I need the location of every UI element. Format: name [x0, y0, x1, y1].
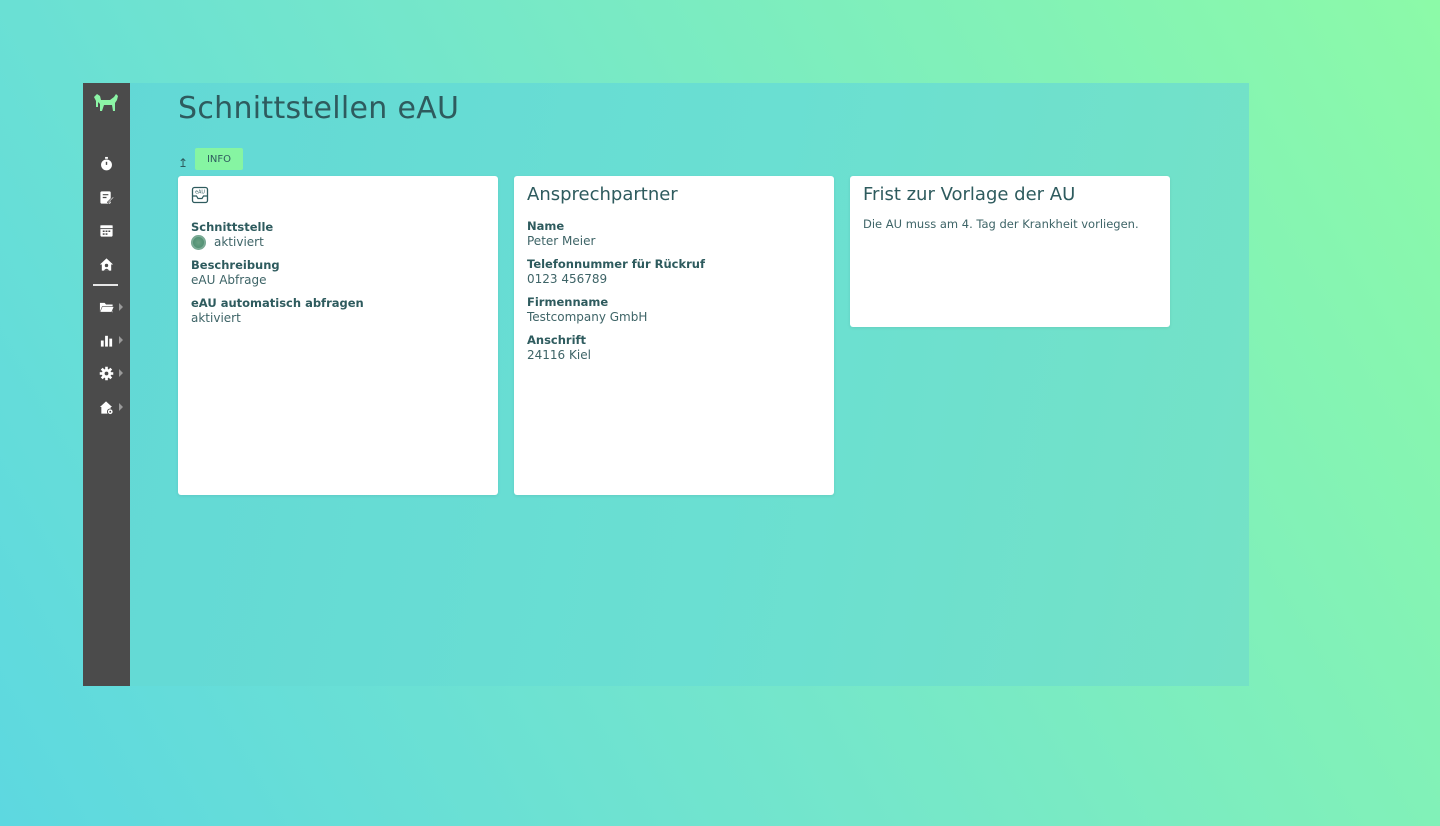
sidebar-item-documents[interactable] [83, 294, 130, 320]
interface-card: eAU Schnittstelle aktiviert Beschreibung… [178, 176, 498, 495]
field-value: eAU Abfrage [191, 273, 267, 287]
contact-card-title: Ansprechpartner [527, 184, 678, 205]
status-active-icon [191, 235, 206, 250]
calendar-icon [100, 224, 113, 237]
chevron-right-icon [119, 403, 123, 411]
field-label: Telefonnummer für Rückruf [527, 257, 705, 271]
field-value: 0123 456789 [527, 272, 608, 286]
home-person-icon [99, 257, 114, 271]
sidebar-item-time-tracking[interactable] [83, 150, 130, 176]
field-label: Schnittstelle [191, 220, 274, 234]
page-title: Schnittstellen eAU [178, 91, 460, 126]
field-auto-query: eAU automatisch abfragen aktiviert [191, 296, 485, 326]
back-arrow-icon[interactable]: ↥ [178, 156, 188, 170]
field-description: Beschreibung eAU Abfrage [191, 258, 485, 288]
chevron-right-icon [119, 336, 123, 344]
sidebar-active-indicator [93, 284, 118, 286]
field-address: Anschrift 24116 Kiel [527, 333, 821, 363]
home-settings-icon [99, 400, 114, 415]
dog-logo-icon[interactable] [92, 91, 120, 113]
deadline-card: Frist zur Vorlage der AU Die AU muss am … [850, 176, 1170, 327]
field-label: Name [527, 219, 565, 233]
field-label: Firmenname [527, 295, 609, 309]
contact-card: Ansprechpartner Name Peter Meier Telefon… [514, 176, 834, 495]
tab-info[interactable]: INFO [195, 148, 243, 170]
sidebar-item-company-settings[interactable] [83, 394, 130, 420]
eau-icon-text: eAU [195, 190, 205, 196]
field-label: Anschrift [527, 333, 587, 347]
chevron-right-icon [119, 303, 123, 311]
eau-inbox-icon: eAU [191, 186, 209, 204]
sidebar-item-reports[interactable] [83, 327, 130, 353]
field-name: Name Peter Meier [527, 219, 821, 249]
sidebar-item-settings[interactable] [83, 360, 130, 386]
sidebar [83, 83, 130, 686]
field-value: aktiviert [191, 311, 241, 325]
app-window: Schnittstellen eAU ↥ INFO eAU Schnittste… [83, 83, 1249, 686]
field-label: Beschreibung [191, 258, 280, 272]
deadline-card-title: Frist zur Vorlage der AU [863, 184, 1076, 205]
edit-note-icon [100, 190, 114, 204]
deadline-text: Die AU muss am 4. Tag der Krankheit vorl… [863, 217, 1139, 231]
sidebar-item-calendar[interactable] [83, 217, 130, 243]
sidebar-item-requests[interactable] [83, 184, 130, 210]
field-phone: Telefonnummer für Rückruf 0123 456789 [527, 257, 821, 287]
bar-chart-icon [100, 335, 113, 347]
gear-icon [99, 366, 114, 380]
stopwatch-icon [101, 156, 112, 170]
status-row: aktiviert [191, 235, 485, 250]
field-label: eAU automatisch abfragen [191, 296, 364, 310]
field-interface-status: Schnittstelle aktiviert [191, 220, 485, 250]
field-value: Peter Meier [527, 234, 596, 248]
field-value: Testcompany GmbH [527, 310, 648, 324]
field-value: aktiviert [214, 235, 264, 249]
folder-icon [99, 302, 114, 312]
sidebar-item-home-office[interactable] [83, 251, 130, 277]
field-value: 24116 Kiel [527, 348, 591, 362]
chevron-right-icon [119, 369, 123, 377]
field-company: Firmenname Testcompany GmbH [527, 295, 821, 325]
